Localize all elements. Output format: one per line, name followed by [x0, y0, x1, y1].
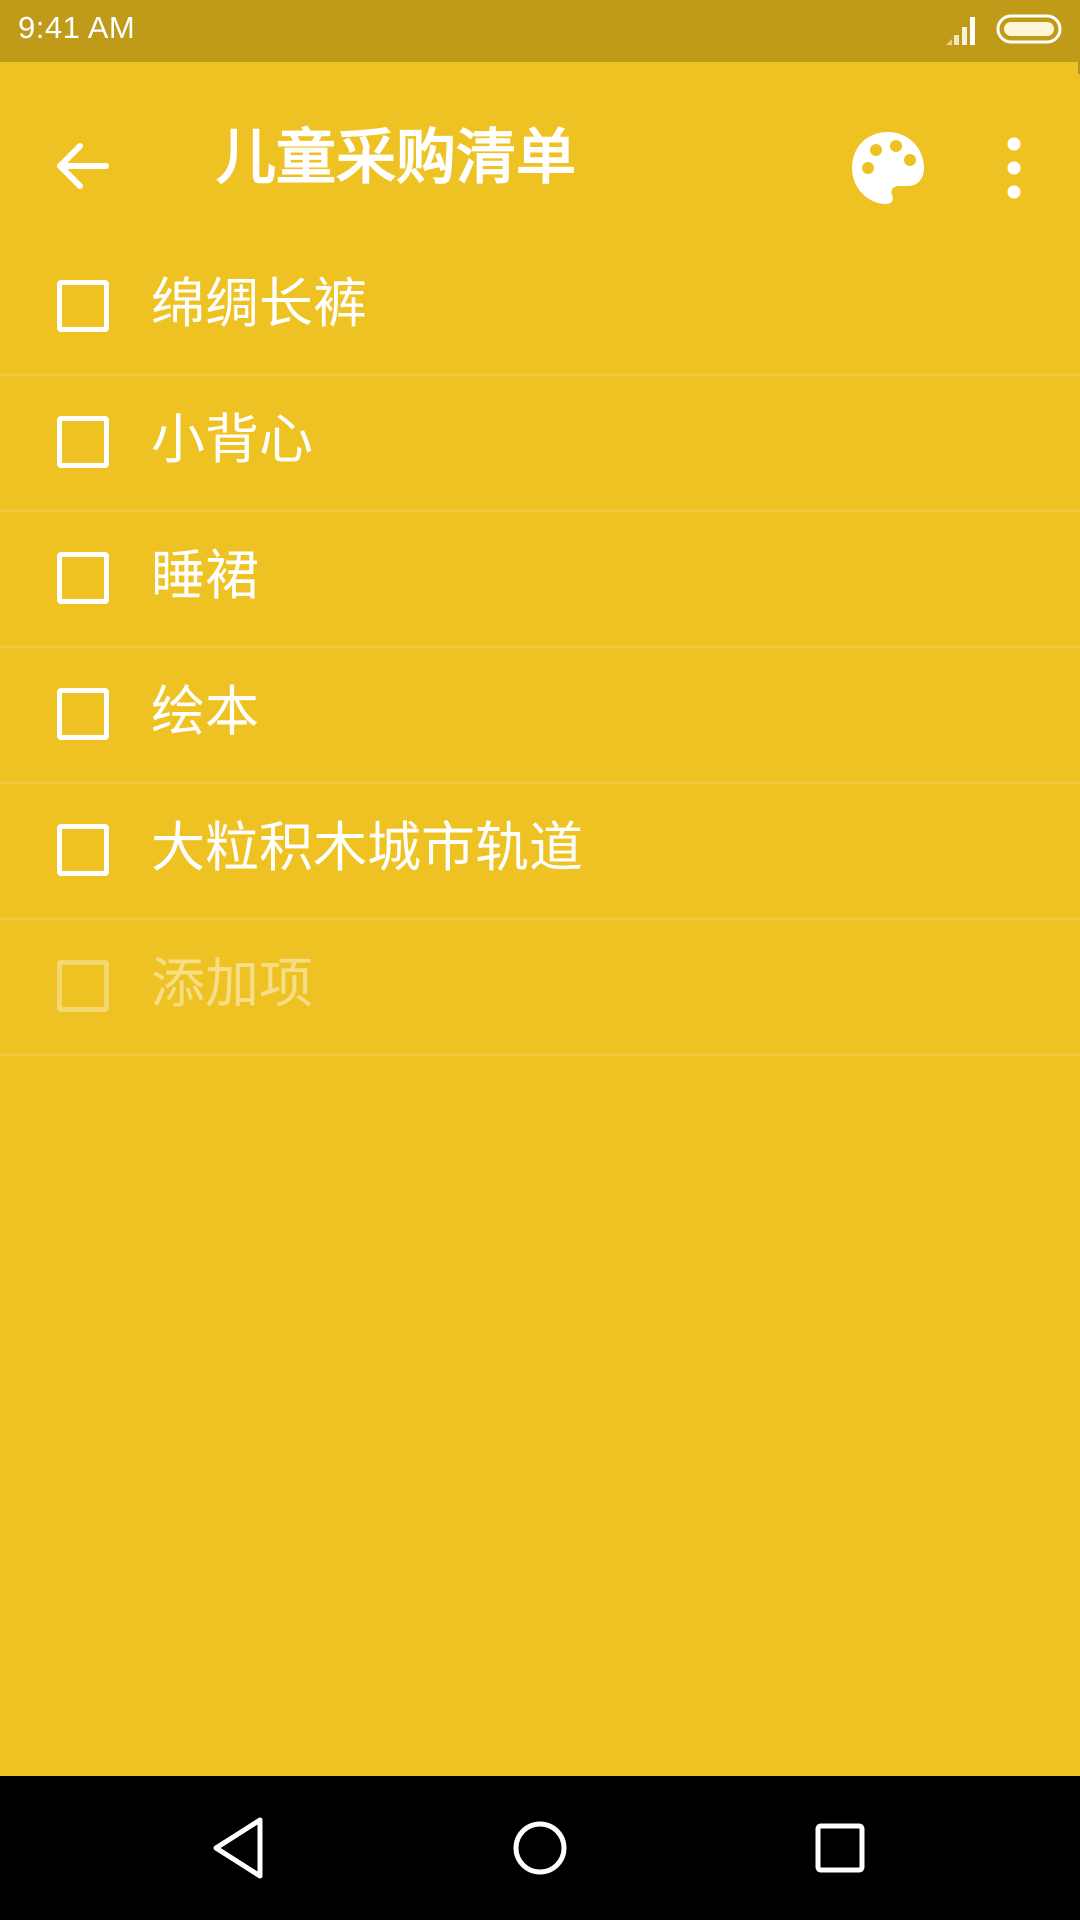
cellular-signal-icon: [946, 17, 975, 45]
item-label[interactable]: 小背心: [151, 404, 313, 476]
item-label[interactable]: 绘本: [151, 676, 259, 748]
more-vertical-icon: [1007, 137, 1021, 199]
nav-home-circle-icon: [513, 1821, 567, 1875]
nav-back-triangle-icon: [213, 1817, 263, 1879]
list-item[interactable]: 绘本: [0, 648, 1080, 784]
item-checkbox[interactable]: [57, 280, 109, 332]
status-bar: 9:41 AM: [0, 0, 1080, 62]
item-label[interactable]: 睡裙: [151, 540, 259, 612]
item-checkbox[interactable]: [57, 416, 109, 468]
list-item[interactable]: 绵绸长裤: [0, 240, 1080, 376]
add-item-checkbox: [57, 960, 109, 1012]
system-navigation-bar: [0, 1776, 1080, 1920]
more-options-button[interactable]: [986, 126, 1042, 210]
list-item[interactable]: 大粒积木城市轨道: [0, 784, 1080, 920]
add-item-row[interactable]: 添加项: [0, 920, 1080, 1056]
item-label[interactable]: 绵绸长裤: [151, 268, 367, 340]
checklist: 绵绸长裤 小背心 睡裙 绘本 大粒积木城市轨道 添加项: [0, 240, 1080, 1056]
page-title: 儿童采购清单: [216, 123, 576, 193]
arrow-back-icon: [57, 143, 109, 189]
item-checkbox[interactable]: [57, 688, 109, 740]
list-item[interactable]: 睡裙: [0, 512, 1080, 648]
nav-recents-square-icon: [815, 1823, 865, 1873]
list-item[interactable]: 小背心: [0, 376, 1080, 512]
toolbar: 儿童采购清单: [0, 62, 1080, 258]
nav-home-button[interactable]: [494, 1802, 586, 1894]
item-checkbox[interactable]: [57, 552, 109, 604]
battery-icon: [996, 14, 1062, 44]
nav-recents-button[interactable]: [794, 1802, 886, 1894]
add-item-input[interactable]: 添加项: [151, 948, 313, 1020]
nav-back-button[interactable]: [194, 1802, 286, 1894]
palette-icon: [852, 132, 924, 204]
color-palette-button[interactable]: [846, 126, 930, 210]
item-checkbox[interactable]: [57, 824, 109, 876]
status-time: 9:41 AM: [18, 10, 136, 45]
item-label[interactable]: 大粒积木城市轨道: [151, 812, 583, 884]
back-button[interactable]: [44, 126, 124, 206]
